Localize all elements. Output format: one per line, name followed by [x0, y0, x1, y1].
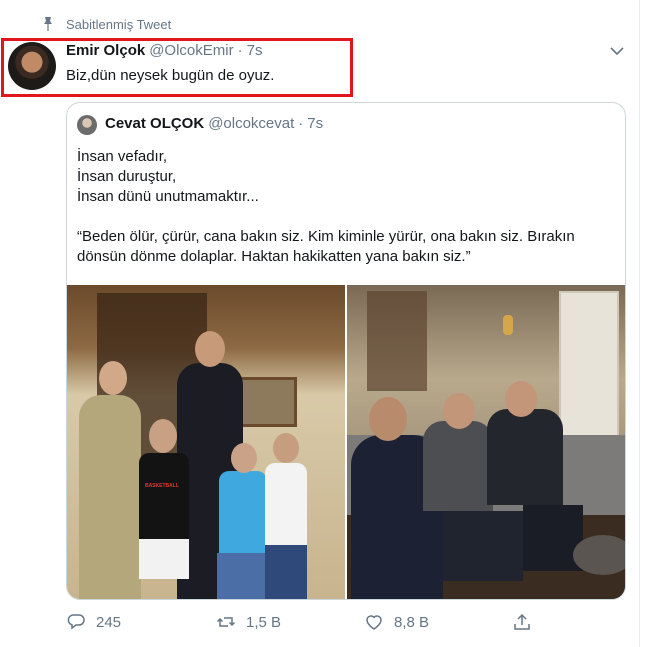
quoted-tweet[interactable]: Cevat OLÇOK @olcokcevat · 7s İnsan vefad… [66, 102, 626, 600]
separator-dot: · [298, 115, 304, 132]
reply-button[interactable]: 245 [66, 612, 121, 632]
display-name[interactable]: Emir Olçok [66, 42, 145, 59]
separator-dot: · [237, 42, 243, 59]
avatar[interactable] [8, 42, 56, 90]
photo-living-room[interactable] [347, 285, 625, 599]
reply-count: 245 [96, 613, 122, 631]
timeline-border [639, 0, 640, 647]
share-icon [514, 613, 530, 630]
tweet-timestamp[interactable]: 7s [247, 42, 263, 59]
retweet-icon [216, 617, 236, 627]
user-handle[interactable]: @OlcokEmir [149, 42, 233, 59]
quoted-line: İnsan duruştur, [77, 168, 177, 185]
retweet-count: 1,5 B [246, 613, 282, 631]
heart-icon [366, 615, 382, 630]
tweet-header: Emir Olçok @OlcokEmir · 7s [66, 42, 262, 59]
quoted-header: Cevat OLÇOK @olcokcevat · 7s [105, 115, 323, 132]
shirt-text: BASKETBALL [145, 483, 179, 489]
photo-group-portrait[interactable]: BASKETBALL [67, 285, 345, 599]
like-button[interactable]: 8,8 B [364, 612, 429, 632]
quoted-line: “Beden ölür, çürür, cana bakın siz. Kim … [77, 228, 575, 265]
chevron-down-icon[interactable] [608, 42, 626, 60]
tweet-text: Biz,dün neysek bugün de oyuz. [66, 67, 275, 84]
quoted-user-handle[interactable]: @olcokcevat [208, 115, 294, 132]
quoted-line: İnsan dünü unutmamaktır... [77, 188, 259, 205]
quoted-line: İnsan vefadır, [77, 148, 168, 165]
quoted-display-name[interactable]: Cevat OLÇOK [105, 115, 204, 132]
quoted-photos: BASKETBALL [67, 285, 625, 599]
reply-icon [67, 614, 85, 630]
retweet-button[interactable]: 1,5 B [216, 612, 281, 632]
like-count: 8,8 B [394, 613, 430, 631]
quoted-timestamp[interactable]: 7s [307, 115, 323, 132]
pinned-indicator: Sabitlenmiş Tweet [40, 14, 171, 34]
quoted-avatar[interactable] [77, 115, 97, 135]
share-button[interactable] [512, 612, 542, 632]
pin-icon [44, 17, 52, 31]
tweet-actions: 245 1,5 B 8,8 B [66, 612, 546, 638]
quoted-tweet-text: İnsan vefadır, İnsan duruştur, İnsan dün… [77, 147, 622, 267]
pinned-label: Sabitlenmiş Tweet [66, 16, 172, 32]
